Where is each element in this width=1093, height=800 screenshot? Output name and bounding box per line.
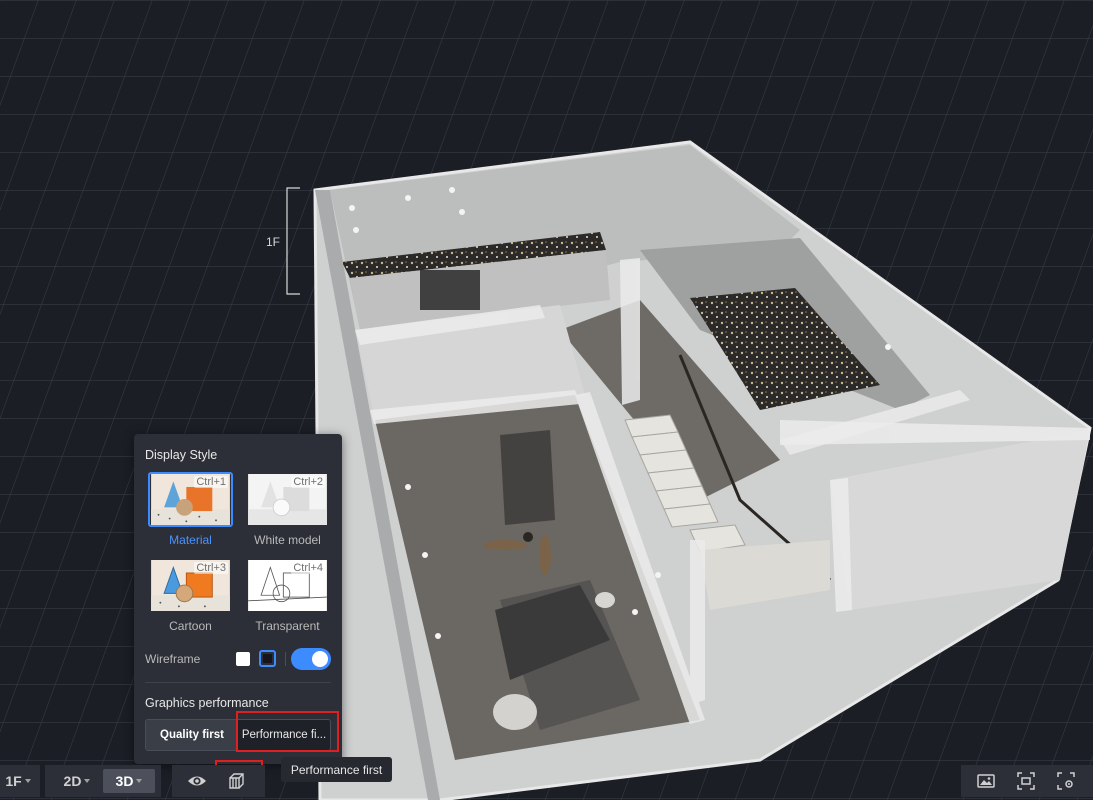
wireframe-toggle[interactable]	[291, 648, 331, 670]
wireframe-color-white[interactable]	[236, 652, 250, 666]
divider	[285, 652, 286, 666]
right-tools-group	[961, 765, 1093, 797]
image-icon	[977, 774, 995, 788]
shortcut-hint: Ctrl+4	[291, 562, 325, 574]
style-label-material: Material	[169, 533, 212, 547]
display-style-button[interactable]	[224, 768, 250, 794]
tooltip: Performance first	[281, 757, 392, 782]
wireframe-color-dark[interactable]	[259, 650, 276, 667]
level-label: 1F	[266, 235, 281, 249]
chevron-down-icon	[136, 779, 143, 783]
divider	[145, 682, 331, 683]
panel-title: Display Style	[145, 448, 218, 462]
shortcut-hint: Ctrl+2	[291, 476, 325, 488]
style-label-white-model: White model	[254, 533, 321, 547]
wireframe-label: Wireframe	[145, 652, 201, 666]
view-3d-button[interactable]: 3D	[103, 769, 155, 793]
cube-icon	[229, 773, 244, 789]
shortcut-hint: Ctrl+3	[194, 562, 228, 574]
view-settings-button[interactable]	[1053, 768, 1079, 794]
floor-label: 1F	[5, 773, 22, 789]
toggle-knob	[312, 651, 328, 667]
chevron-down-icon	[24, 779, 31, 783]
floor-dropdown[interactable]: 1F	[0, 769, 36, 793]
display-tools-group	[172, 765, 265, 797]
performance-segmented-control: Quality first Performance fi...	[145, 719, 331, 751]
settings-icon	[1057, 772, 1075, 790]
visibility-button[interactable]	[184, 768, 210, 794]
view-3d-label: 3D	[115, 773, 134, 789]
white-model-thumbnail[interactable]: Ctrl+2	[245, 472, 330, 527]
style-option-cartoon[interactable]: Ctrl+3 Cartoon	[148, 558, 233, 633]
render-image-button[interactable]	[973, 768, 999, 794]
view-2d-button[interactable]: 2D	[57, 769, 97, 793]
graphics-performance-title: Graphics performance	[145, 696, 269, 710]
style-option-material[interactable]: Ctrl+1 Material	[148, 472, 233, 547]
view-2d-label: 2D	[63, 773, 82, 789]
screenshot-button[interactable]	[1013, 768, 1039, 794]
transparent-thumbnail[interactable]: Ctrl+4	[245, 558, 330, 613]
cartoon-thumbnail[interactable]: Ctrl+3	[148, 558, 233, 613]
style-option-white-model[interactable]: Ctrl+2 White model	[245, 472, 330, 547]
performance-first-button[interactable]: Performance fi...	[238, 720, 330, 750]
screenshot-icon	[1017, 772, 1035, 790]
quality-first-button[interactable]: Quality first	[146, 720, 238, 750]
view-mode-group: 2D 3D	[45, 765, 161, 797]
shortcut-hint: Ctrl+1	[194, 476, 228, 488]
material-thumbnail[interactable]: Ctrl+1	[148, 472, 233, 527]
eye-icon	[188, 776, 206, 786]
chevron-down-icon	[84, 779, 91, 783]
wireframe-row: Wireframe	[145, 648, 331, 670]
display-style-panel: Display Style Ctrl+1 Material Ctrl+2 Whi…	[134, 434, 342, 764]
floor-selector: 1F	[0, 765, 40, 797]
style-option-transparent[interactable]: Ctrl+4 Transparent	[245, 558, 330, 633]
style-label-transparent: Transparent	[255, 619, 320, 633]
style-label-cartoon: Cartoon	[169, 619, 212, 633]
